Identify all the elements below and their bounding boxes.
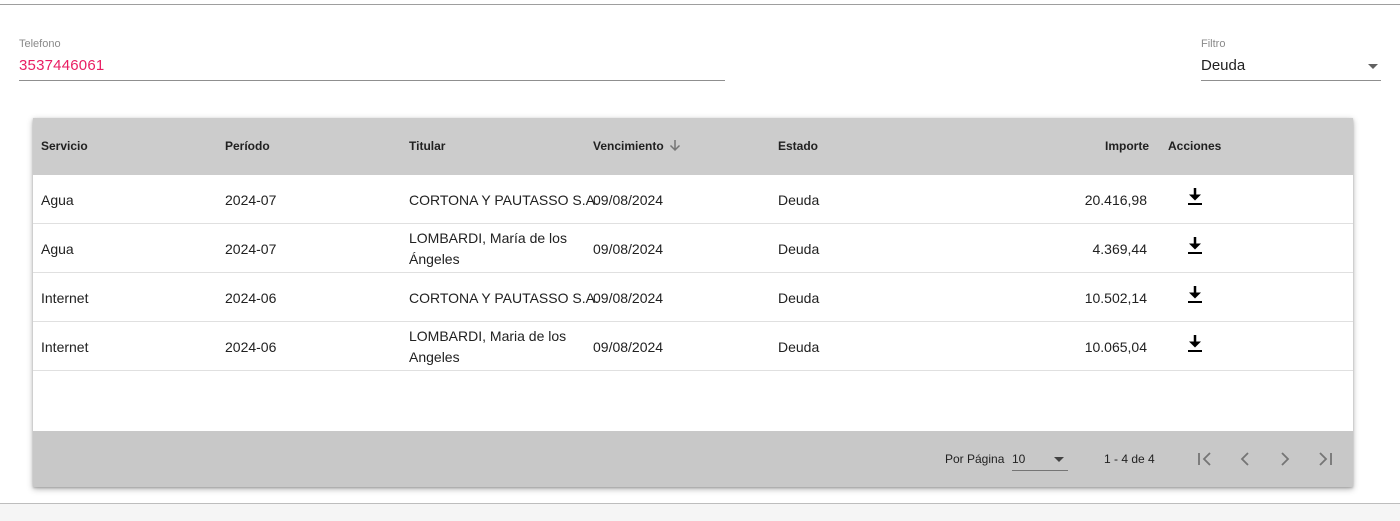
per-page-value[interactable]: 10 (1012, 452, 1025, 466)
cell-servicio: Agua (41, 241, 74, 257)
cell-importe: 10.502,14 (1084, 290, 1147, 306)
cell-servicio: Agua (41, 192, 74, 208)
per-page-label: Por Página (945, 452, 1005, 466)
header-estado[interactable]: Estado (778, 139, 818, 153)
header-servicio[interactable]: Servicio (41, 139, 88, 153)
cell-importe: 10.065,04 (1084, 339, 1147, 355)
download-icon[interactable] (1186, 285, 1204, 305)
table-footer: Por Página 10 1 - 4 de 4 (33, 431, 1353, 487)
header-importe[interactable]: Importe (1105, 139, 1149, 153)
table-row: Agua 2024-07 CORTONA Y PAUTASSO S.A. 09/… (33, 175, 1353, 224)
filter-value[interactable]: Deuda (1201, 57, 1245, 74)
header-vencimiento-label: Vencimiento (593, 139, 664, 153)
header-periodo[interactable]: Período (225, 139, 270, 153)
cell-titular: LOMBARDI, Maria de los Angeles (409, 328, 567, 365)
table-row: Internet 2024-06 CORTONA Y PAUTASSO S.A.… (33, 273, 1353, 322)
cell-vencimiento: 09/08/2024 (593, 192, 664, 208)
table-header: Servicio Período Titular Vencimiento Est… (33, 118, 1353, 175)
cell-periodo: 2024-06 (225, 339, 277, 355)
table-row: Internet 2024-06 LOMBARDI, Maria de los … (33, 322, 1353, 371)
cell-vencimiento: 09/08/2024 (593, 290, 664, 306)
results-table: Servicio Período Titular Vencimiento Est… (33, 118, 1353, 487)
cell-importe: 4.369,44 (1092, 241, 1148, 257)
phone-input[interactable]: 3537446061 (19, 57, 104, 74)
caret-down-icon[interactable] (1368, 64, 1378, 69)
phone-field[interactable]: Telefono 3537446061 (19, 38, 725, 82)
cell-vencimiento: 09/08/2024 (593, 241, 664, 257)
filter-select[interactable]: Filtro Deuda (1201, 38, 1381, 82)
per-page-select[interactable]: 10 (1012, 449, 1068, 471)
cell-estado: Deuda (778, 339, 820, 355)
cell-titular: CORTONA Y PAUTASSO S.A. (409, 192, 599, 208)
table-row: Agua 2024-07 LOMBARDI, María de los Ánge… (33, 224, 1353, 273)
bottom-panel (0, 503, 1400, 521)
header-titular[interactable]: Titular (409, 139, 445, 153)
cell-estado: Deuda (778, 290, 820, 306)
cell-periodo: 2024-07 (225, 192, 277, 208)
sort-arrow-down-icon[interactable] (669, 139, 681, 152)
download-icon[interactable] (1186, 334, 1204, 354)
download-icon[interactable] (1186, 236, 1204, 256)
cell-estado: Deuda (778, 192, 820, 208)
next-page-icon[interactable] (1273, 447, 1297, 471)
phone-label: Telefono (19, 38, 61, 50)
cell-titular: CORTONA Y PAUTASSO S.A. (409, 290, 599, 306)
filter-label: Filtro (1201, 38, 1226, 50)
cell-periodo: 2024-06 (225, 290, 277, 306)
previous-page-icon[interactable] (1233, 447, 1257, 471)
header-acciones: Acciones (1168, 139, 1222, 153)
cell-vencimiento: 09/08/2024 (593, 339, 664, 355)
cell-periodo: 2024-07 (225, 241, 277, 257)
top-divider (0, 4, 1400, 5)
download-icon[interactable] (1186, 187, 1204, 207)
first-page-icon[interactable] (1193, 447, 1217, 471)
cell-servicio: Internet (41, 290, 89, 306)
caret-down-icon[interactable] (1054, 457, 1064, 462)
phone-underline (19, 80, 725, 81)
last-page-icon[interactable] (1313, 447, 1337, 471)
cell-importe: 20.416,98 (1084, 192, 1147, 208)
header-vencimiento[interactable]: Vencimiento (593, 139, 681, 153)
cell-titular: LOMBARDI, María de los Ángeles (409, 230, 567, 267)
cell-estado: Deuda (778, 241, 820, 257)
filter-underline (1201, 80, 1381, 81)
cell-servicio: Internet (41, 339, 89, 355)
page-range: 1 - 4 de 4 (1104, 452, 1155, 466)
